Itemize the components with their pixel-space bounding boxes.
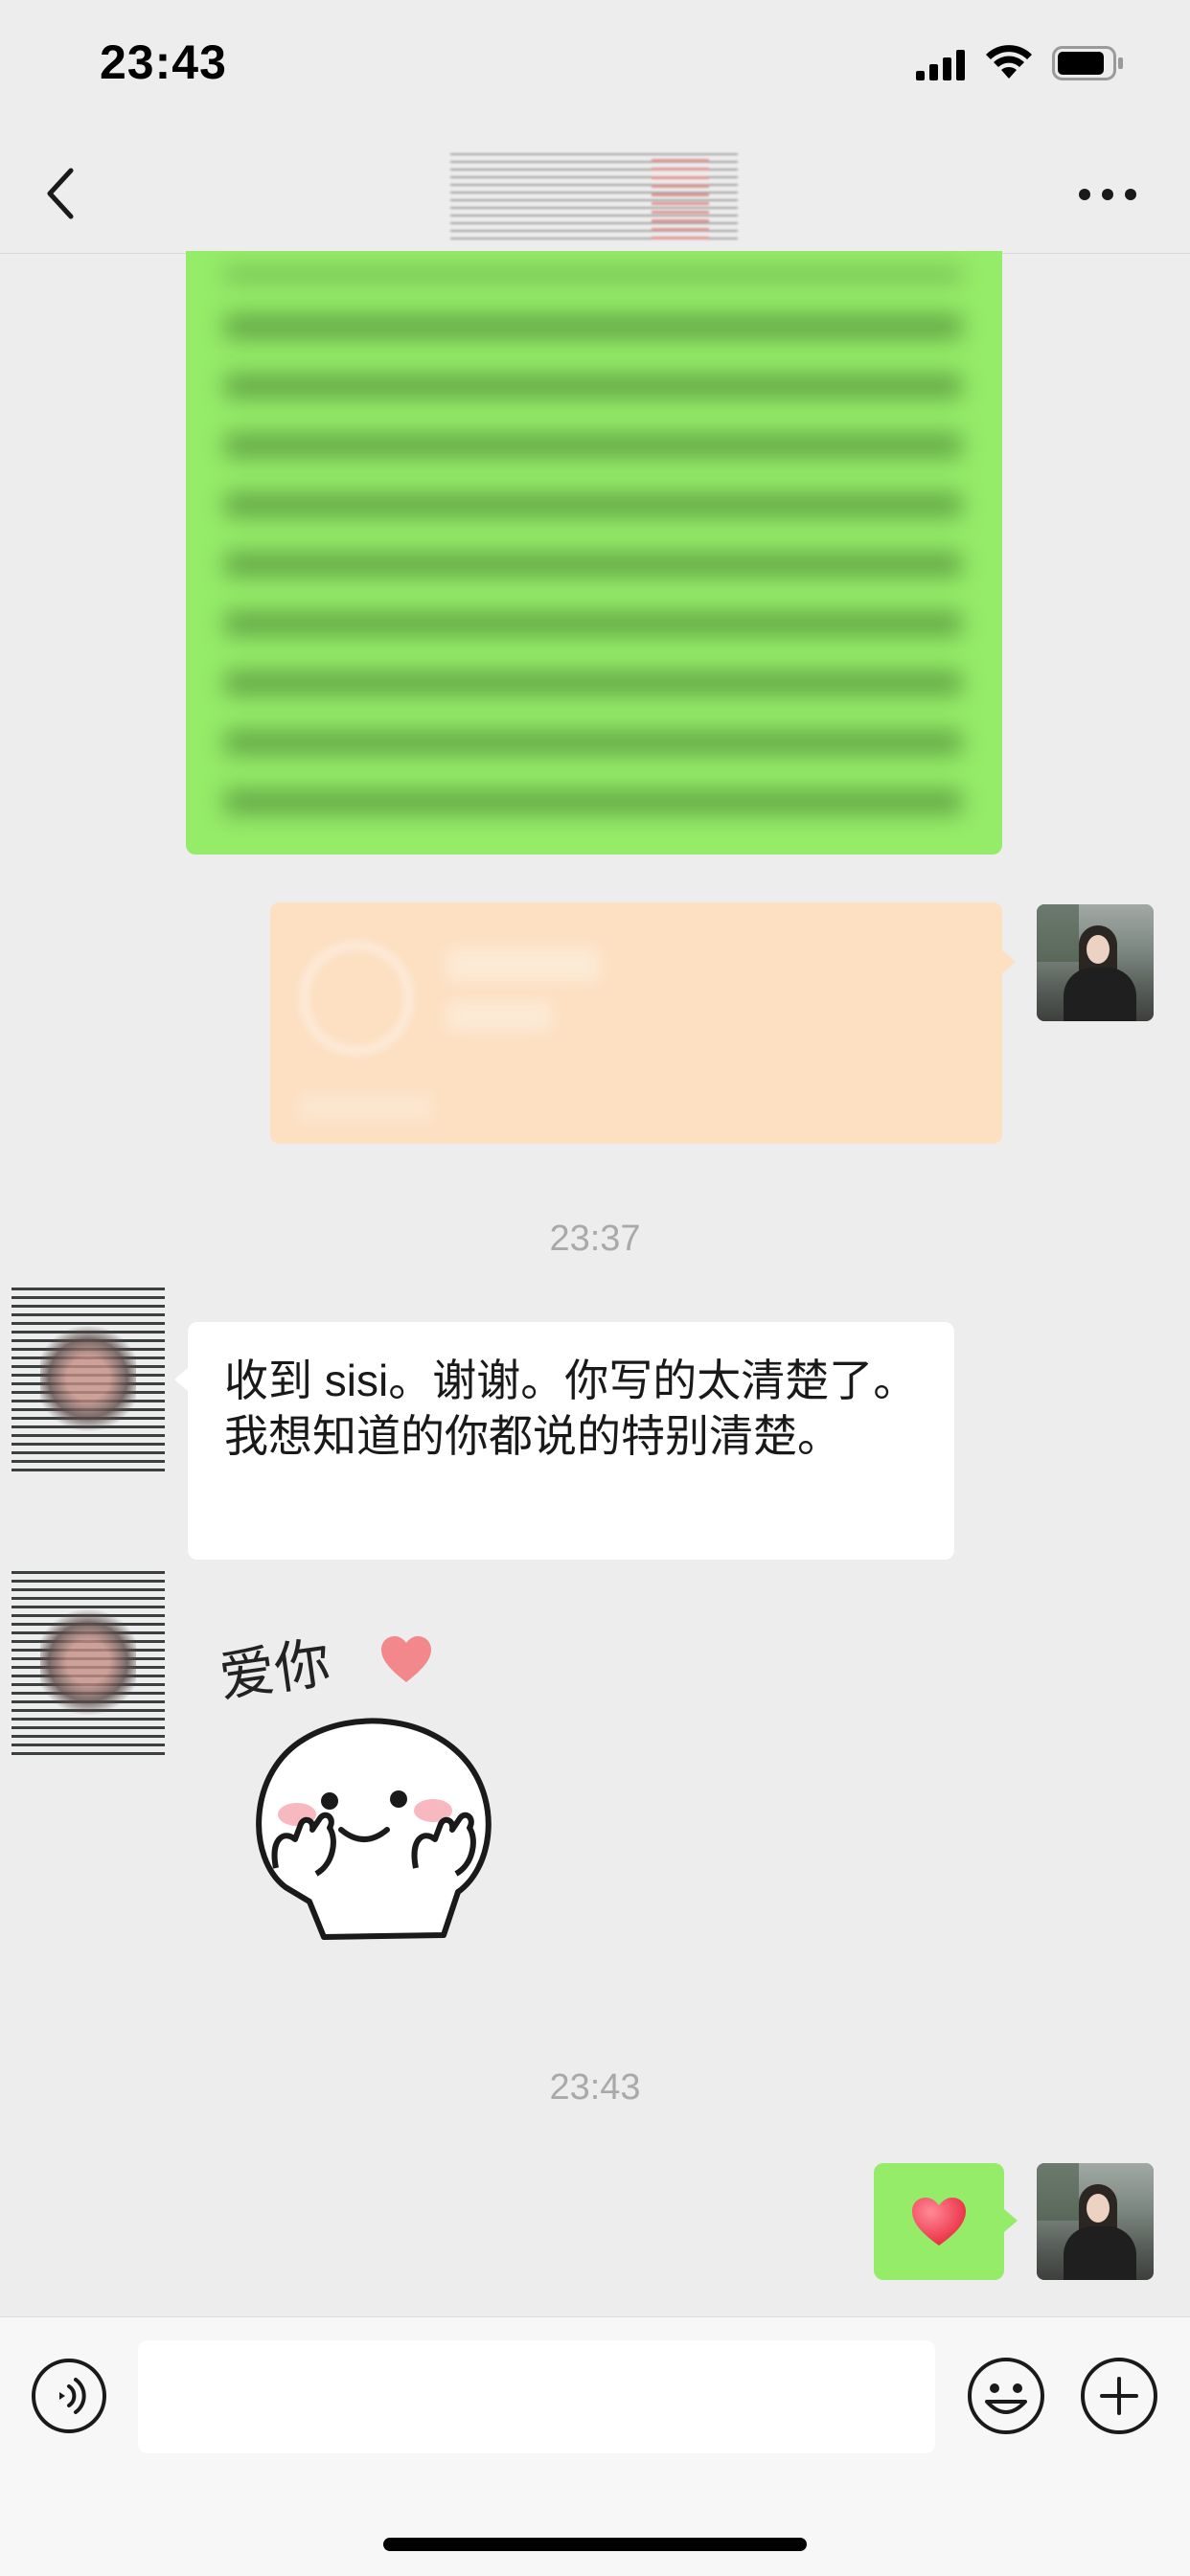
heart-icon [912,2198,966,2245]
transfer-check-icon [299,941,414,1056]
message-input[interactable] [138,2340,935,2453]
avatar-contact[interactable] [11,1571,165,1755]
chat-title-redacted [450,153,738,239]
chevron-left-icon [47,168,74,219]
status-time: 23:43 [100,35,227,89]
more-button[interactable] [1077,180,1138,209]
nav-bar [0,134,1190,254]
timestamp: 23:43 [549,2067,641,2108]
voice-icon [32,2359,106,2433]
sticker-character-icon [256,1718,492,1940]
blurred-text [224,270,962,835]
message-text: 收到 sisi。谢谢。你写的太清楚了。我想知道的你都说的特别清楚。 [224,1356,918,1461]
emoji-button[interactable] [966,2356,1046,2436]
input-bar [0,2316,1190,2576]
signal-icon [916,50,965,80]
outgoing-heart-message[interactable] [874,2163,1018,2280]
status-bar: 23:43 [0,0,1190,134]
transfer-card[interactable] [270,902,1016,1144]
battery-icon [1052,46,1123,80]
emoji-icon [968,2358,1044,2434]
incoming-message[interactable]: 收到 sisi。谢谢。你写的太清楚了。我想知道的你都说的特别清楚。 [174,1322,954,1560]
home-indicator [383,2538,807,2551]
sticker-message[interactable]: 爱你 [216,1625,523,1950]
avatar-contact[interactable] [11,1288,165,1471]
transfer-amount-blurred [446,948,600,981]
wifi-icon [986,45,1032,79]
plus-icon [1081,2358,1157,2434]
plus-button[interactable] [1079,2356,1159,2436]
heart-icon [381,1636,431,1682]
voice-button[interactable] [31,2358,107,2434]
timestamp: 23:37 [549,1219,641,1259]
transfer-footer-blurred [299,1094,433,1121]
more-dots-icon [1079,189,1136,200]
avatar-self[interactable] [1037,2163,1154,2280]
transfer-status-blurred [446,1002,552,1031]
outgoing-message-blurred[interactable] [186,251,1002,855]
avatar-self[interactable] [1037,904,1154,1021]
back-button[interactable] [34,163,92,224]
